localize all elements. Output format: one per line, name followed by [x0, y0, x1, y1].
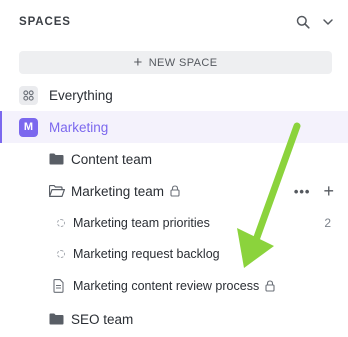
- folder-icon: [49, 312, 65, 326]
- lock-icon: [170, 185, 180, 197]
- chevron-down-icon[interactable]: [320, 14, 336, 30]
- list-label: Marketing team priorities: [73, 216, 210, 230]
- folder-seo-team[interactable]: SEO team: [0, 303, 348, 335]
- space-everything[interactable]: Everything: [0, 79, 348, 111]
- folder-actions: ••• +: [294, 175, 334, 207]
- spaces-title: SPACES: [19, 16, 71, 28]
- new-space-label: NEW SPACE: [148, 56, 218, 69]
- spaces-header: SPACES: [19, 12, 336, 32]
- add-item-icon[interactable]: +: [323, 182, 334, 200]
- spaces-sidebar: SPACES + NEW SPACE Everything M Marketin…: [0, 0, 348, 337]
- header-actions: [295, 14, 336, 30]
- search-icon[interactable]: [295, 14, 311, 30]
- grid-icon: [19, 85, 38, 105]
- list-label: Marketing request backlog: [73, 247, 220, 261]
- lock-icon: [265, 280, 275, 292]
- folder-marketing-team[interactable]: Marketing team ••• +: [0, 175, 348, 207]
- more-options-icon[interactable]: •••: [294, 184, 311, 199]
- list-status-icon: [57, 250, 65, 258]
- doc-label: Marketing content review process: [73, 279, 260, 293]
- space-everything-label: Everything: [49, 87, 113, 103]
- doc-marketing-content-review[interactable]: Marketing content review process: [0, 270, 348, 302]
- folder-open-icon: [49, 184, 65, 198]
- space-marketing[interactable]: M Marketing: [0, 111, 348, 143]
- folder-content-team-label: Content team: [71, 151, 153, 167]
- plus-icon: +: [133, 54, 143, 71]
- list-status-icon: [57, 219, 65, 227]
- space-marketing-label: Marketing: [49, 119, 109, 135]
- folder-icon: [49, 152, 65, 166]
- document-icon: [53, 279, 65, 293]
- task-count: 2: [324, 216, 331, 230]
- folder-marketing-team-label: Marketing team: [71, 183, 165, 199]
- new-space-button[interactable]: + NEW SPACE: [19, 51, 332, 74]
- folder-content-team[interactable]: Content team: [0, 143, 348, 175]
- list-marketing-team-priorities[interactable]: Marketing team priorities 2: [0, 207, 348, 239]
- space-avatar: M: [19, 117, 38, 137]
- list-marketing-request-backlog[interactable]: Marketing request backlog: [0, 238, 348, 270]
- folder-seo-team-label: SEO team: [71, 311, 134, 327]
